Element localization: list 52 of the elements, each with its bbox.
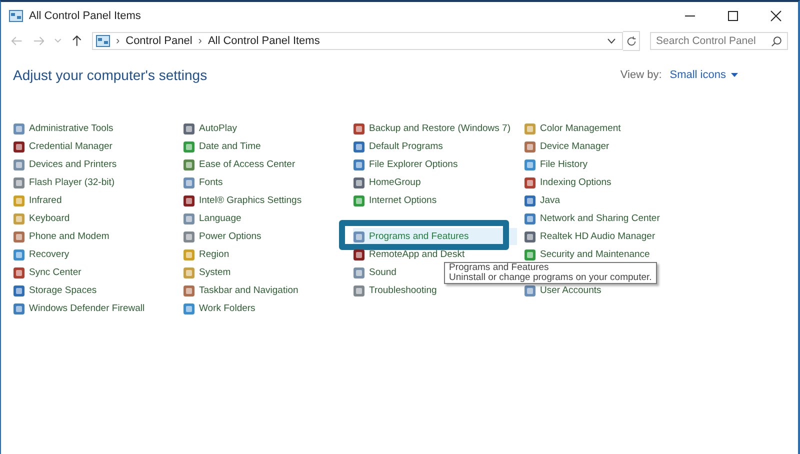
control-panel-item[interactable]: Work Folders	[183, 300, 260, 317]
control-panel-item[interactable]: Windows Defender Firewall	[13, 300, 149, 317]
control-panel-item[interactable]: Network and Sharing Center	[524, 210, 664, 227]
control-panel-item[interactable]: Credential Manager	[13, 138, 116, 155]
control-panel-item[interactable]: Devices and Printers	[13, 156, 121, 173]
control-panel-item[interactable]: HomeGroup	[353, 174, 425, 191]
control-panel-item[interactable]: Administrative Tools	[13, 120, 118, 137]
control-panel-item[interactable]: Ease of Access Center	[183, 156, 300, 173]
control-panel-item[interactable]: Region	[183, 246, 234, 263]
control-panel-item[interactable]: File Explorer Options	[353, 156, 462, 173]
control-panel-item[interactable]: Taskbar and Navigation	[183, 282, 302, 299]
control-panel-item[interactable]: Troubleshooting	[353, 282, 441, 299]
window-title: All Control Panel Items	[29, 10, 141, 22]
view-by-dropdown[interactable]: Small icons	[670, 69, 738, 81]
breadcrumb-separator: ›	[116, 35, 120, 47]
view-by-label: View by:	[620, 69, 662, 81]
control-panel-item[interactable]: Sync Center	[13, 264, 86, 281]
control-panel-item[interactable]: Language	[183, 210, 246, 227]
control-panel-item[interactable]: Programs and Features	[353, 228, 517, 245]
control-panel-item[interactable]: Fonts	[183, 174, 227, 191]
tooltip-title: Programs and Features	[449, 263, 550, 273]
breadcrumb[interactable]: Control Panel	[126, 35, 192, 47]
control-panel-item[interactable]: Intel® Graphics Settings	[183, 192, 306, 209]
control-panel-item[interactable]: Device Manager	[524, 138, 614, 155]
tooltip-text: Uninstall or change programs on your computer.	[449, 273, 652, 283]
control-panel-item[interactable]: Keyboard	[13, 210, 74, 227]
control-panel-item[interactable]: User Accounts	[524, 282, 606, 299]
control-panel-item[interactable]: Indexing Options	[524, 174, 616, 191]
control-panel-item[interactable]: Recovery	[13, 246, 74, 263]
control-panel-item[interactable]: Phone and Modem	[13, 228, 114, 245]
control-panel-item[interactable]: Date and Time	[183, 138, 265, 155]
search-field[interactable]: Search Control Panel	[650, 32, 788, 50]
control-panel-item[interactable]: Backup and Restore (Windows 7)	[353, 120, 515, 137]
breadcrumb[interactable]: All Control Panel Items	[208, 35, 320, 47]
control-panel-item[interactable]: Default Programs	[353, 138, 447, 155]
control-panel-item[interactable]: Sound	[353, 264, 400, 281]
control-panel-item[interactable]: Color Management	[524, 120, 625, 137]
control-panel-item[interactable]: File History	[524, 156, 592, 173]
control-panel-item[interactable]: Infrared	[13, 192, 66, 209]
control-panel-item[interactable]: Flash Player (32-bit)	[13, 174, 119, 191]
address-bar[interactable]: › Control Panel › All Control Panel Items	[92, 32, 624, 50]
control-panel-item[interactable]: Security and Maintenance	[524, 246, 654, 263]
control-panel-item[interactable]: Power Options	[183, 228, 266, 245]
breadcrumb-separator: ›	[198, 35, 202, 47]
control-panel-item[interactable]: AutoPlay	[183, 120, 242, 137]
control-panel-item[interactable]: System	[183, 264, 235, 281]
control-panel-item[interactable]: Internet Options	[353, 192, 441, 209]
control-panel-item[interactable]: RemoteApp and Deskt	[353, 246, 469, 263]
control-panel-item[interactable]: Realtek HD Audio Manager	[524, 228, 660, 245]
control-panel-item[interactable]: Storage Spaces	[13, 282, 101, 299]
control-panel-item[interactable]: Java	[524, 192, 564, 209]
page-heading: Adjust your computer's settings	[13, 67, 208, 83]
